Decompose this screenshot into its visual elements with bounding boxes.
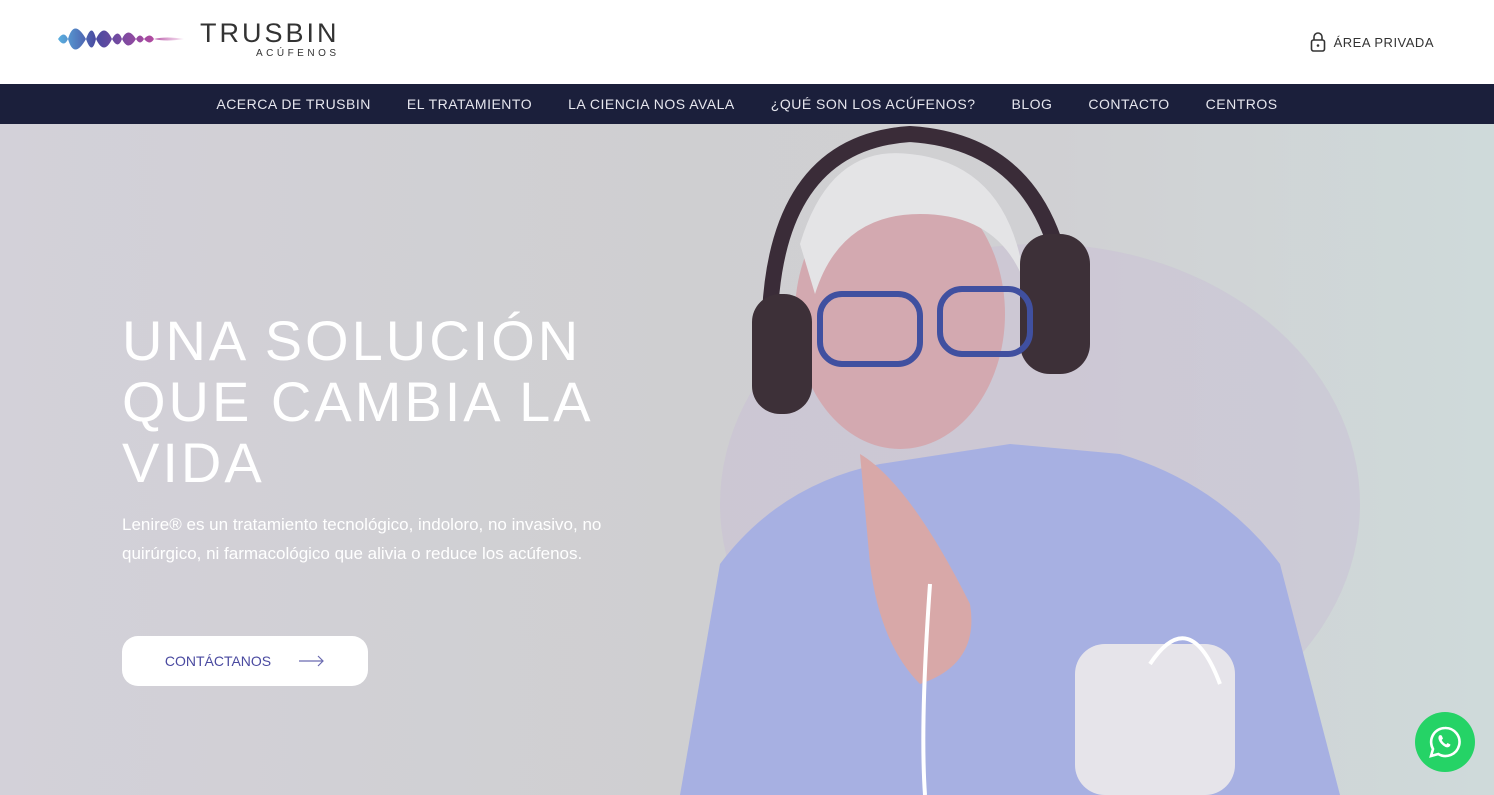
hero-title: UNA SOLUCIÓN QUE CAMBIA LA VIDA: [122, 309, 591, 494]
nav-blog[interactable]: BLOG: [1012, 96, 1053, 112]
hero-description: Lenire® es un tratamiento tecnológico, i…: [122, 515, 602, 563]
lock-icon: [1310, 32, 1325, 52]
contact-us-label: CONTÁCTANOS: [164, 653, 272, 669]
arrow-right-icon: [299, 655, 325, 667]
whatsapp-icon: [1429, 726, 1461, 758]
sound-wave-logo-icon: [58, 28, 184, 50]
hero-man-with-headphones-image: [680, 125, 1360, 795]
nav-centers[interactable]: CENTROS: [1206, 96, 1278, 112]
contact-us-button[interactable]: CONTÁCTANOS: [122, 636, 368, 686]
site-header: TRUSBIN ACÚFENOS ÁREA PRIVADA: [0, 0, 1494, 84]
nav-tinnitus[interactable]: ¿QUÉ SON LOS ACÚFENOS?: [771, 96, 976, 112]
hero: UNA SOLUCIÓN QUE CAMBIA LA VIDA Lenire® …: [0, 124, 1494, 795]
nav-science[interactable]: LA CIENCIA NOS AVALA: [568, 96, 735, 112]
private-area-link[interactable]: ÁREA PRIVADA: [1310, 32, 1434, 52]
nav-treatment[interactable]: EL TRATAMIENTO: [407, 96, 532, 112]
nav-about[interactable]: ACERCA DE TRUSBIN: [216, 96, 371, 112]
nav-contact[interactable]: CONTACTO: [1088, 96, 1169, 112]
brand-name: TRUSBIN: [200, 18, 340, 48]
logo[interactable]: TRUSBIN ACÚFENOS: [56, 16, 340, 62]
private-area-label: ÁREA PRIVADA: [1333, 34, 1434, 50]
main-nav: ACERCA DE TRUSBIN EL TRATAMIENTO LA CIEN…: [0, 84, 1494, 124]
brand-subtitle: ACÚFENOS: [255, 48, 340, 59]
whatsapp-button[interactable]: [1415, 712, 1475, 772]
